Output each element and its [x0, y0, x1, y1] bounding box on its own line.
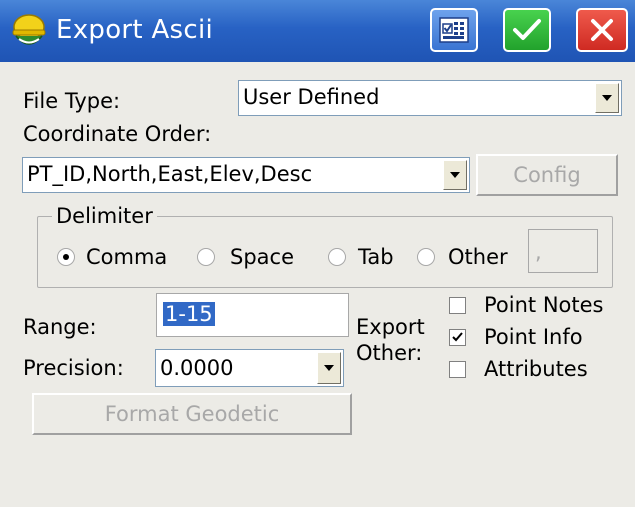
- chevron-down-icon[interactable]: [443, 160, 467, 190]
- export-ascii-dialog: Export Ascii File Type: User Defined Coo…: [0, 0, 635, 507]
- format-geodetic-button[interactable]: Format Geodetic: [32, 393, 352, 435]
- window-title: Export Ascii: [56, 15, 214, 45]
- close-icon: [591, 19, 613, 41]
- ok-button[interactable]: [503, 8, 551, 52]
- chevron-down-icon[interactable]: [317, 352, 341, 384]
- export-other-label-line1: Export: [356, 315, 425, 339]
- point-notes-checkbox[interactable]: [449, 297, 466, 314]
- point-notes-label: Point Notes: [484, 293, 604, 317]
- delimiter-group-title: Delimiter: [52, 203, 157, 229]
- keyboard-icon: [439, 17, 469, 43]
- radio-comma-label: Comma: [86, 245, 168, 269]
- range-value: 1-15: [163, 302, 215, 326]
- other-delimiter-input[interactable]: ,: [528, 229, 598, 273]
- attributes-label: Attributes: [484, 357, 588, 381]
- radio-space[interactable]: [197, 248, 215, 266]
- radio-space-label: Space: [230, 245, 294, 269]
- range-label: Range:: [23, 315, 97, 339]
- config-button[interactable]: Config: [476, 154, 618, 196]
- coordinate-order-select[interactable]: PT_ID,North,East,Elev,Desc: [22, 157, 470, 193]
- attributes-checkbox[interactable]: [449, 361, 466, 378]
- export-other-label-line2: Other:: [356, 341, 423, 365]
- close-button[interactable]: [576, 8, 628, 52]
- checkmark-icon: [513, 19, 541, 40]
- radio-comma[interactable]: [57, 248, 75, 266]
- radio-tab[interactable]: [328, 248, 346, 266]
- hardhat-logo-icon: [12, 14, 46, 45]
- precision-value: 0.0000: [160, 356, 234, 380]
- coordinate-order-value: PT_ID,North,East,Elev,Desc: [27, 162, 313, 186]
- keyboard-button[interactable]: [430, 8, 478, 52]
- radio-other-label: Other: [448, 245, 508, 269]
- file-type-value: User Defined: [243, 85, 380, 109]
- precision-label: Precision:: [23, 356, 124, 380]
- precision-select[interactable]: 0.0000: [155, 349, 344, 387]
- point-info-label: Point Info: [484, 325, 583, 349]
- point-info-checkbox[interactable]: [449, 329, 466, 346]
- radio-other[interactable]: [417, 248, 435, 266]
- delimiter-group: Delimiter Comma Space Tab Other ,: [37, 203, 613, 288]
- file-type-label: File Type:: [23, 89, 121, 113]
- coordinate-order-label: Coordinate Order:: [23, 122, 212, 146]
- file-type-select[interactable]: User Defined: [238, 80, 622, 116]
- radio-tab-label: Tab: [358, 245, 394, 269]
- chevron-down-icon[interactable]: [595, 83, 619, 113]
- checkmark-icon: [452, 332, 463, 342]
- title-bar: Export Ascii: [0, 0, 635, 62]
- range-input[interactable]: 1-15: [156, 293, 349, 337]
